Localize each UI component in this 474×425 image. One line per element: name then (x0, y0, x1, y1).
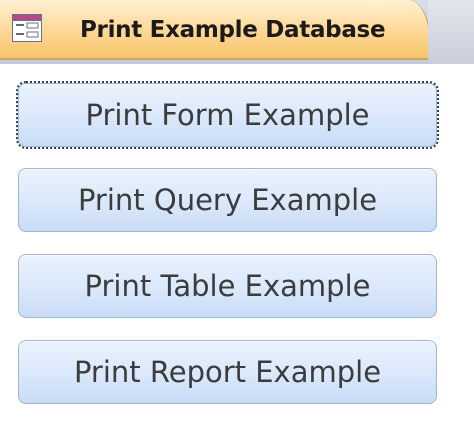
tab-strip-edge (428, 0, 474, 64)
print-query-example-button[interactable]: Print Query Example (18, 168, 437, 232)
print-report-example-button[interactable]: Print Report Example (18, 340, 437, 404)
form-tab-title: Print Example Database (80, 17, 386, 43)
form-icon (12, 14, 42, 42)
form-tab[interactable]: Print Example Database (0, 0, 430, 60)
print-form-example-button[interactable]: Print Form Example (16, 81, 439, 149)
print-table-example-button[interactable]: Print Table Example (18, 254, 437, 318)
